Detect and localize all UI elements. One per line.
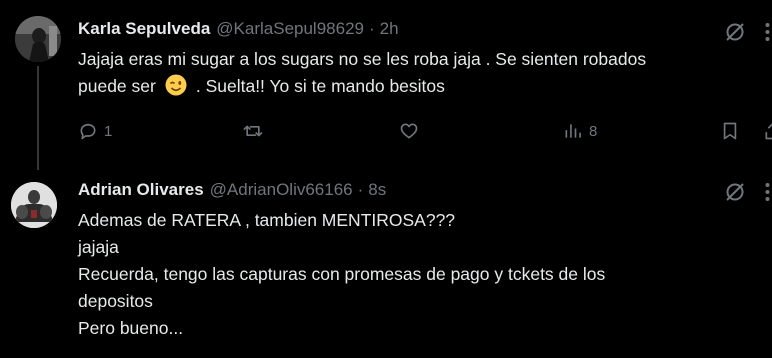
grok-icon[interactable] <box>724 181 746 203</box>
bookmark-button[interactable] <box>720 121 740 141</box>
avatar[interactable] <box>11 182 57 228</box>
post-text-line: Jajaja eras mi sugar a los sugars no se … <box>78 49 647 69</box>
post-text-line: Pero bueno... <box>78 318 184 338</box>
grok-icon[interactable] <box>724 21 746 43</box>
post-header: Adrian Olivares @AdrianOliv66166 · 8s <box>78 180 386 200</box>
post-time[interactable]: 2h <box>380 19 399 39</box>
share-button[interactable] <box>763 121 772 141</box>
winking-face-emoji-icon <box>165 74 187 96</box>
post-text-line: puede ser . Suelta!! Yo si te mando besi… <box>78 73 646 100</box>
bookmark-icon <box>723 122 737 140</box>
post-text: Ademas de RATERA , tambien MENTIROSA??? … <box>78 207 605 342</box>
repost-button[interactable] <box>243 121 269 141</box>
reply-count: 1 <box>104 122 113 140</box>
views-count: 8 <box>589 122 598 140</box>
views-bar-chart-icon <box>565 124 581 138</box>
separator: · <box>357 180 364 199</box>
post-header: Karla Sepulveda @KarlaSepul98629 · 2h <box>78 19 399 39</box>
share-icon <box>765 123 772 140</box>
author-handle[interactable]: @KarlaSepul98629 <box>216 19 364 39</box>
author-name[interactable]: Karla Sepulveda <box>78 19 210 39</box>
author-handle[interactable]: @AdrianOliv66166 <box>210 180 353 200</box>
more-options-icon[interactable] <box>763 22 772 42</box>
post-text: Jajaja eras mi sugar a los sugars no se … <box>78 46 646 100</box>
author-name[interactable]: Adrian Olivares <box>78 180 204 200</box>
like-button[interactable] <box>399 121 425 141</box>
reply-icon <box>80 123 96 140</box>
separator: · <box>368 19 375 38</box>
views-button[interactable]: 8 <box>563 121 597 141</box>
heart-icon <box>400 123 418 139</box>
avatar[interactable] <box>15 16 61 62</box>
post-text-fragment: . Suelta!! Yo si te mando besitos <box>195 76 445 96</box>
thread-line <box>37 66 39 170</box>
post-time[interactable]: 8s <box>368 180 386 200</box>
reply-button[interactable]: 1 <box>78 121 112 141</box>
post-text-line: Recuerda, tengo las capturas con promesa… <box>78 264 606 284</box>
repost-icon <box>243 125 263 137</box>
post-text-line: Ademas de RATERA , tambien MENTIROSA??? <box>78 210 456 230</box>
post-text-line: depositos <box>78 291 153 311</box>
post-text-fragment: puede ser <box>78 76 156 96</box>
post-text-line: jajaja <box>78 237 119 257</box>
more-options-icon[interactable] <box>763 182 772 202</box>
